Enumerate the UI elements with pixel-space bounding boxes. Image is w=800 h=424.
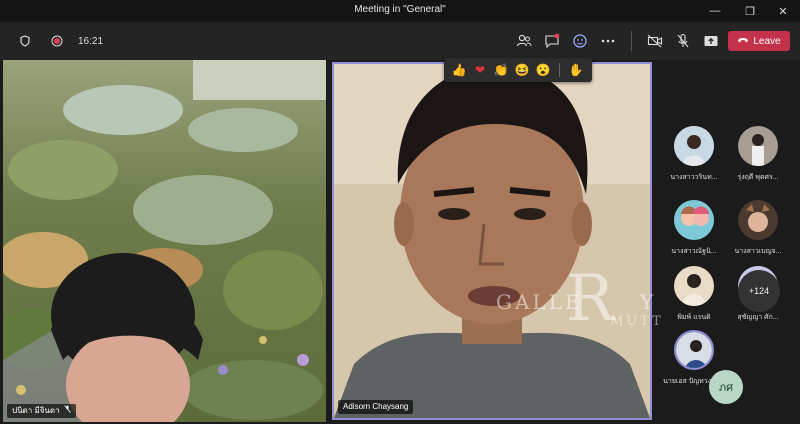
participant-name-chip: Adisorn Chaysang	[338, 400, 414, 414]
laugh-reaction[interactable]: 😆	[513, 61, 531, 79]
chat-icon[interactable]	[541, 30, 563, 52]
title-bar: Meeting in "General" — ❐ ✕	[0, 0, 800, 22]
more-icon[interactable]	[597, 30, 619, 52]
camera-off-icon[interactable]	[644, 30, 666, 52]
self-avatar[interactable]: ภศ	[709, 370, 743, 404]
participant-name-chip: ปนิดา มีจินดา	[7, 404, 76, 418]
leave-label: Leave	[753, 35, 781, 47]
watermark-text-right: Y	[640, 290, 657, 314]
toolbar-divider	[631, 31, 632, 51]
avatar	[674, 126, 714, 166]
reactions-icon[interactable]	[569, 30, 591, 52]
record-icon	[46, 30, 68, 52]
reactions-flyout: 👍 ❤ 👏 😆 😮 ✋	[444, 58, 592, 82]
roster-participant-name: นางสาวเบญจ...	[734, 248, 782, 255]
watermark-text-big: R	[566, 262, 615, 336]
speaker-video	[334, 64, 650, 418]
meeting-toolbar: 16:21 Leave	[0, 22, 800, 60]
phone-icon	[737, 36, 749, 47]
shield-icon	[14, 30, 36, 52]
avatar	[738, 200, 778, 240]
roster-participant-name: นางสาววรินท...	[670, 174, 718, 181]
people-icon[interactable]	[513, 30, 535, 52]
raise-hand-reaction[interactable]: ✋	[567, 61, 585, 79]
mic-off-icon	[63, 404, 71, 418]
video-stage: ปนิดา มีจินดา Adisorn Chaysang นางสาววริ…	[0, 60, 800, 424]
avatar	[738, 126, 778, 166]
close-button[interactable]: ✕	[768, 0, 798, 22]
maximize-button[interactable]: ❐	[735, 0, 765, 22]
participant-name: Adisorn Chaysang	[343, 402, 409, 411]
meeting-timer: 16:21	[78, 35, 104, 47]
window-title: Meeting in "General"	[354, 4, 446, 15]
share-icon[interactable]	[700, 30, 722, 52]
roster-participant[interactable]: นางสาววรินท...	[660, 126, 728, 192]
roster-participant[interactable]: รุ่งฤดี พุดศร...	[724, 126, 792, 192]
applause-reaction[interactable]: 👏	[492, 61, 510, 79]
heart-reaction[interactable]: ❤	[471, 61, 489, 79]
reactions-divider	[559, 63, 560, 77]
gallery-watermark: GALLE R Y MUTT	[490, 262, 710, 348]
more-participants-button[interactable]: +124	[738, 270, 780, 312]
roster-participant-name: นางสาวณัฐนิ...	[671, 248, 717, 255]
avatar	[674, 200, 714, 240]
minimize-button[interactable]: —	[700, 0, 730, 22]
video-tile-left[interactable]: ปนิดา มีจินดา	[3, 60, 326, 422]
roster-participant[interactable]: นางสาวเบญจ...	[724, 200, 792, 266]
like-reaction[interactable]: 👍	[450, 61, 468, 79]
roster-participant-name: สุชัญญา ศัก...	[737, 314, 779, 321]
video-tile-active-speaker[interactable]: Adisorn Chaysang	[332, 62, 652, 420]
participant-name: ปนิดา มีจินดา	[12, 406, 60, 415]
roster-participant-name: รุ่งฤดี พุดศร...	[737, 174, 779, 181]
surprised-reaction[interactable]: 😮	[534, 61, 552, 79]
roster-participant[interactable]: นางสาวณัฐนิ...	[660, 200, 728, 266]
garden-background-video	[3, 60, 326, 422]
mic-off-icon[interactable]	[672, 30, 694, 52]
participant-roster: นางสาววรินท... รุ่งฤดี พุดศร... นางสาวณั…	[660, 126, 800, 406]
watermark-subtext: MUTT	[610, 314, 664, 329]
leave-button[interactable]: Leave	[728, 31, 790, 51]
